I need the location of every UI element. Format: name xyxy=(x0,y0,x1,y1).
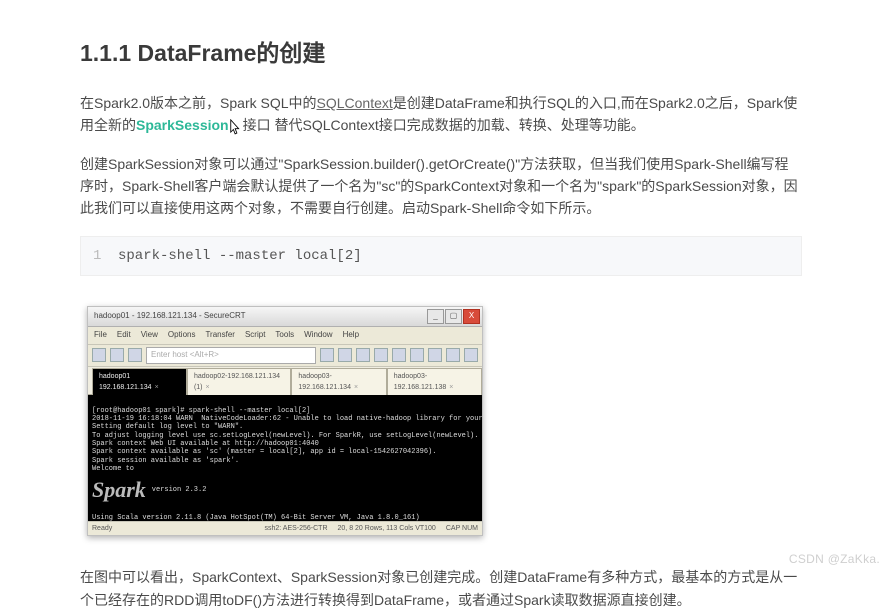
toolbar-icon[interactable] xyxy=(392,348,406,362)
menu-options[interactable]: Options xyxy=(168,329,196,342)
term-line: Using Scala version 2.11.8 (Java HotSpot… xyxy=(92,514,420,521)
toolbar-icon[interactable] xyxy=(356,348,370,362)
toolbar-icon[interactable] xyxy=(92,348,106,362)
term-line: Spark context Web UI available at http:/… xyxy=(92,440,319,448)
toolbar-icon[interactable] xyxy=(428,348,442,362)
maximize-button[interactable]: ▢ xyxy=(445,309,462,324)
heading: 1.1.1 DataFrame的创建 xyxy=(80,35,802,72)
tab-close-icon[interactable]: × xyxy=(354,384,358,391)
window-titlebar: hadoop01 - 192.168.121.134 - SecureCRT _… xyxy=(88,307,482,327)
paragraph-2: 创建SparkSession对象可以通过"SparkSession.builde… xyxy=(80,153,802,220)
status-dims: 20, 8 20 Rows, 113 Cols VT100 xyxy=(338,523,436,534)
line-number: 1 xyxy=(93,245,118,267)
tab-label: hadoop01 192.168.121.134 xyxy=(99,373,152,391)
toolbar-icon[interactable] xyxy=(410,348,424,362)
code-text: spark-shell --master local[2] xyxy=(118,248,362,264)
sqlcontext-link[interactable]: SQLContext xyxy=(317,95,393,111)
menu-transfer[interactable]: Transfer xyxy=(205,329,235,342)
toolbar-icon[interactable] xyxy=(464,348,478,362)
tab-hadoop02[interactable]: hadoop02-192.168.121.134 (1)× xyxy=(187,368,291,395)
toolbar-icon[interactable] xyxy=(374,348,388,362)
tab-close-icon[interactable]: × xyxy=(206,384,210,391)
watermark: CSDN @ZaKka. xyxy=(789,552,880,566)
term-line: To adjust logging level use sc.setLogLev… xyxy=(92,432,478,440)
term-line: [root@hadoop01 spark]# spark-shell --mas… xyxy=(92,407,310,415)
toolbar-icon[interactable] xyxy=(320,348,334,362)
paragraph-3: 在图中可以看出，SparkContext、SparkSession对象已创建完成… xyxy=(80,566,802,611)
term-line: Setting default log level to "WARN". xyxy=(92,423,243,431)
close-button[interactable]: X xyxy=(463,309,480,324)
status-ssh: ssh2: AES-256-CTR xyxy=(264,523,327,534)
menu-help[interactable]: Help xyxy=(343,329,359,342)
spark-logo: Spark version 2.3.2 xyxy=(92,477,478,503)
menu-file[interactable]: File xyxy=(94,329,107,342)
p1-c: 接口 替代SQLContext接口完成数据的加载、转换、处理等功能。 xyxy=(243,117,645,133)
session-tabs: hadoop01 192.168.121.134× hadoop02-192.1… xyxy=(88,367,482,395)
host-input[interactable]: Enter host <Alt+R> xyxy=(146,347,316,364)
paragraph-1: 在Spark2.0版本之前，Spark SQL中的SQLContext是创建Da… xyxy=(80,92,802,137)
p1-a: 在Spark2.0版本之前，Spark SQL中的 xyxy=(80,95,317,111)
tab-close-icon[interactable]: × xyxy=(449,384,453,391)
host-placeholder: Enter host <Alt+R> xyxy=(151,349,219,362)
status-caps: CAP NUM xyxy=(446,523,478,534)
tab-hadoop01[interactable]: hadoop01 192.168.121.134× xyxy=(92,368,187,395)
term-line: Spark session available as 'spark'. xyxy=(92,457,239,465)
tab-hadoop03b[interactable]: hadoop03-192.168.121.138× xyxy=(387,368,482,395)
status-ready: Ready xyxy=(92,523,112,534)
spark-version: version 2.3.2 xyxy=(152,486,207,494)
menu-script[interactable]: Script xyxy=(245,329,265,342)
minimize-button[interactable]: _ xyxy=(427,309,444,324)
tab-close-icon[interactable]: × xyxy=(155,384,159,391)
securecrt-window: hadoop01 - 192.168.121.134 - SecureCRT _… xyxy=(87,306,483,536)
menu-edit[interactable]: Edit xyxy=(117,329,131,342)
window-buttons: _ ▢ X xyxy=(427,309,480,324)
toolbar-icon[interactable] xyxy=(338,348,352,362)
spark-logo-text: Spark xyxy=(92,477,146,503)
tab-hadoop03[interactable]: hadoop03-192.168.121.134× xyxy=(291,368,386,395)
term-line: 2018-11-19 16:18:04 WARN NativeCodeLoade… xyxy=(92,415,482,423)
menu-view[interactable]: View xyxy=(141,329,158,342)
term-line: Spark context available as 'sc' (master … xyxy=(92,448,436,456)
window-title: hadoop01 - 192.168.121.134 - SecureCRT xyxy=(94,310,246,323)
terminal-output[interactable]: [root@hadoop01 spark]# spark-shell --mas… xyxy=(88,395,482,521)
toolbar-icon[interactable] xyxy=(446,348,460,362)
toolbar-icon[interactable] xyxy=(110,348,124,362)
term-line: Welcome to xyxy=(92,465,134,473)
tab-label: hadoop03-192.168.121.134 xyxy=(298,373,351,391)
toolbar-icon[interactable] xyxy=(128,348,142,362)
status-bar: Ready ssh2: AES-256-CTR 20, 8 20 Rows, 1… xyxy=(88,521,482,535)
menu-window[interactable]: Window xyxy=(304,329,332,342)
menu-tools[interactable]: Tools xyxy=(275,329,294,342)
mouse-cursor-icon xyxy=(229,119,243,137)
tab-label: hadoop03-192.168.121.138 xyxy=(394,373,447,391)
toolbar: Enter host <Alt+R> xyxy=(88,345,482,367)
code-block: 1spark-shell --master local[2] xyxy=(80,236,802,276)
document-content: 1.1.1 DataFrame的创建 在Spark2.0版本之前，Spark S… xyxy=(0,0,892,611)
menu-bar: File Edit View Options Transfer Script T… xyxy=(88,327,482,345)
sparksession-link[interactable]: SparkSession xyxy=(136,117,229,133)
